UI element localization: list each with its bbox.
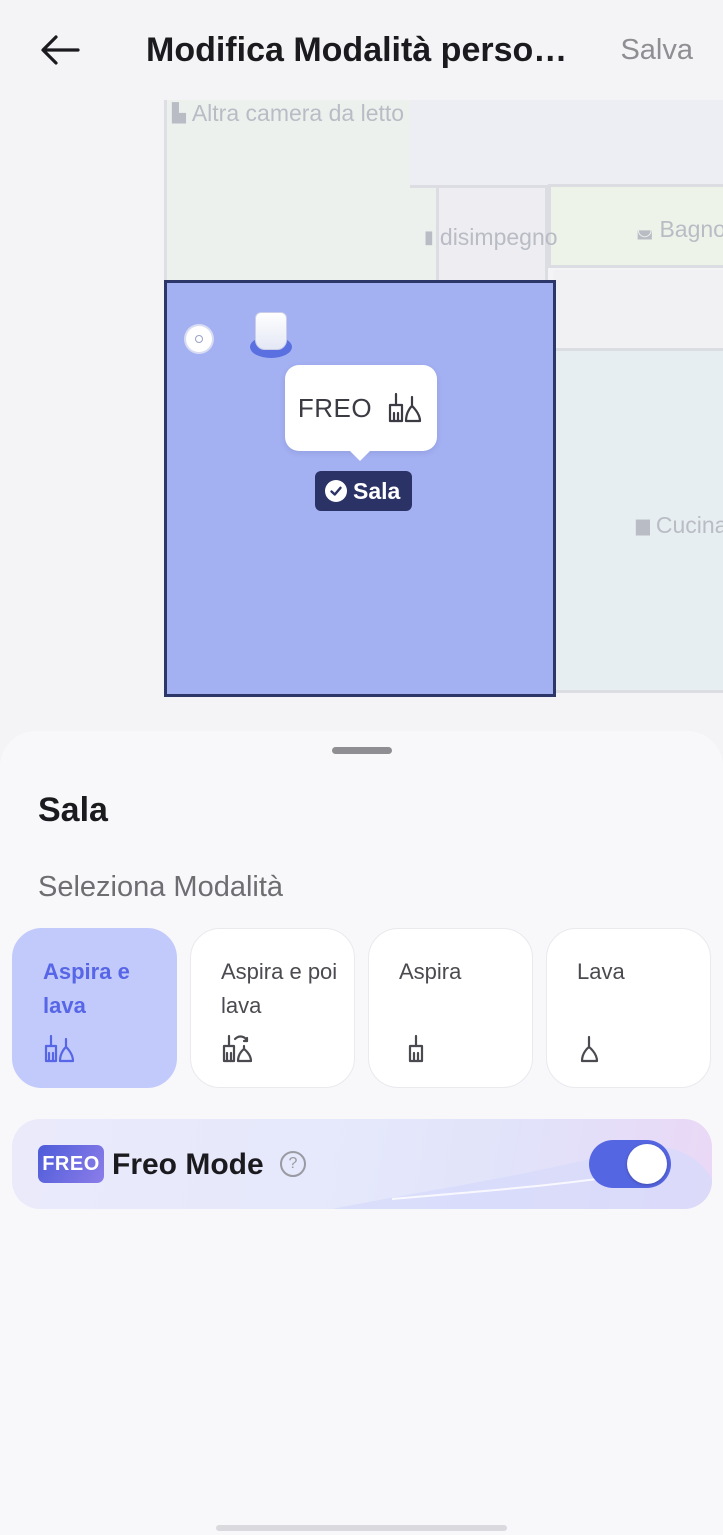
mode-card-lava[interactable]: Lava: [546, 928, 711, 1088]
freo-mode-row: FREO Freo Mode ?: [12, 1119, 712, 1209]
room-corridor: [553, 270, 723, 350]
bed-icon: ▙: [172, 103, 186, 123]
selected-room-tag[interactable]: Sala: [315, 471, 413, 511]
door-icon: ▮: [424, 227, 434, 247]
freo-mode-title: Freo Mode: [112, 1148, 264, 1181]
check-circle-icon: [325, 480, 347, 502]
arrow-left-icon: [41, 35, 80, 65]
mode-label: Lava: [577, 959, 625, 984]
page-title: Modifica Modalità personalizzata: [146, 31, 586, 69]
vacuum-then-mop-icon: [222, 1034, 253, 1063]
sheet-drag-handle[interactable]: [332, 747, 392, 754]
room-label-kitchen-text: Cucina: [655, 512, 723, 538]
bathtub-icon: ◛: [636, 219, 654, 239]
room-label-bathroom-text: Bagno: [659, 216, 723, 242]
vacuum-icon: [408, 1034, 424, 1063]
room-label-hallway: ▮ disimpegno: [424, 224, 558, 251]
vacuum-and-mop-icon: [389, 392, 422, 423]
room-bedroom-extension: [410, 100, 723, 188]
mode-card-aspira-e-poi-lava[interactable]: Aspira e poi lava: [190, 928, 355, 1088]
header: Modifica Modalità personalizzata Salva: [0, 0, 723, 100]
room-mode-bubble: FREO: [285, 365, 437, 461]
mode-label: Aspira e lava: [43, 959, 130, 1018]
bottom-sheet: Sala Seleziona Modalità Aspira e lava As…: [0, 731, 723, 1535]
room-label-bathroom: ◛ Bagno: [636, 216, 723, 243]
mode-label: Aspira: [399, 959, 462, 984]
charging-dock-icon: [186, 326, 212, 352]
room-label-hallway-text: disimpegno: [439, 224, 558, 250]
selected-room-tag-label: Sala: [353, 477, 401, 504]
toggle-knob: [627, 1144, 667, 1184]
mode-card-aspira-e-lava[interactable]: Aspira e lava: [12, 928, 177, 1088]
mode-section-label: Seleziona Modalità: [38, 871, 284, 903]
room-label-bedroom: ▙ Altra camera da letto: [172, 100, 404, 127]
freo-badge: FREO: [38, 1145, 104, 1183]
save-button[interactable]: Salva: [620, 30, 693, 70]
room-label-kitchen: ▆ Cucina: [636, 512, 723, 539]
mode-label: Aspira e poi lava: [221, 959, 338, 1018]
help-icon[interactable]: ?: [280, 1151, 306, 1177]
back-button[interactable]: [36, 28, 84, 72]
room-label-bedroom-text: Altra camera da letto: [191, 100, 405, 126]
vacuum-and-mop-icon: [44, 1034, 75, 1063]
home-indicator: [216, 1525, 507, 1531]
robot-icon: [255, 312, 287, 350]
mop-icon: [580, 1035, 599, 1063]
mode-card-aspira[interactable]: Aspira: [368, 928, 533, 1088]
freo-mode-toggle[interactable]: [589, 1140, 671, 1188]
pot-icon: ▆: [636, 515, 650, 535]
bubble-freo-label: FREO: [297, 392, 373, 423]
map-view[interactable]: ▙ Altra camera da letto ▮ disimpegno ◛ B…: [0, 100, 723, 760]
room-name: Sala: [38, 791, 108, 829]
room-bedroom[interactable]: [164, 100, 436, 281]
